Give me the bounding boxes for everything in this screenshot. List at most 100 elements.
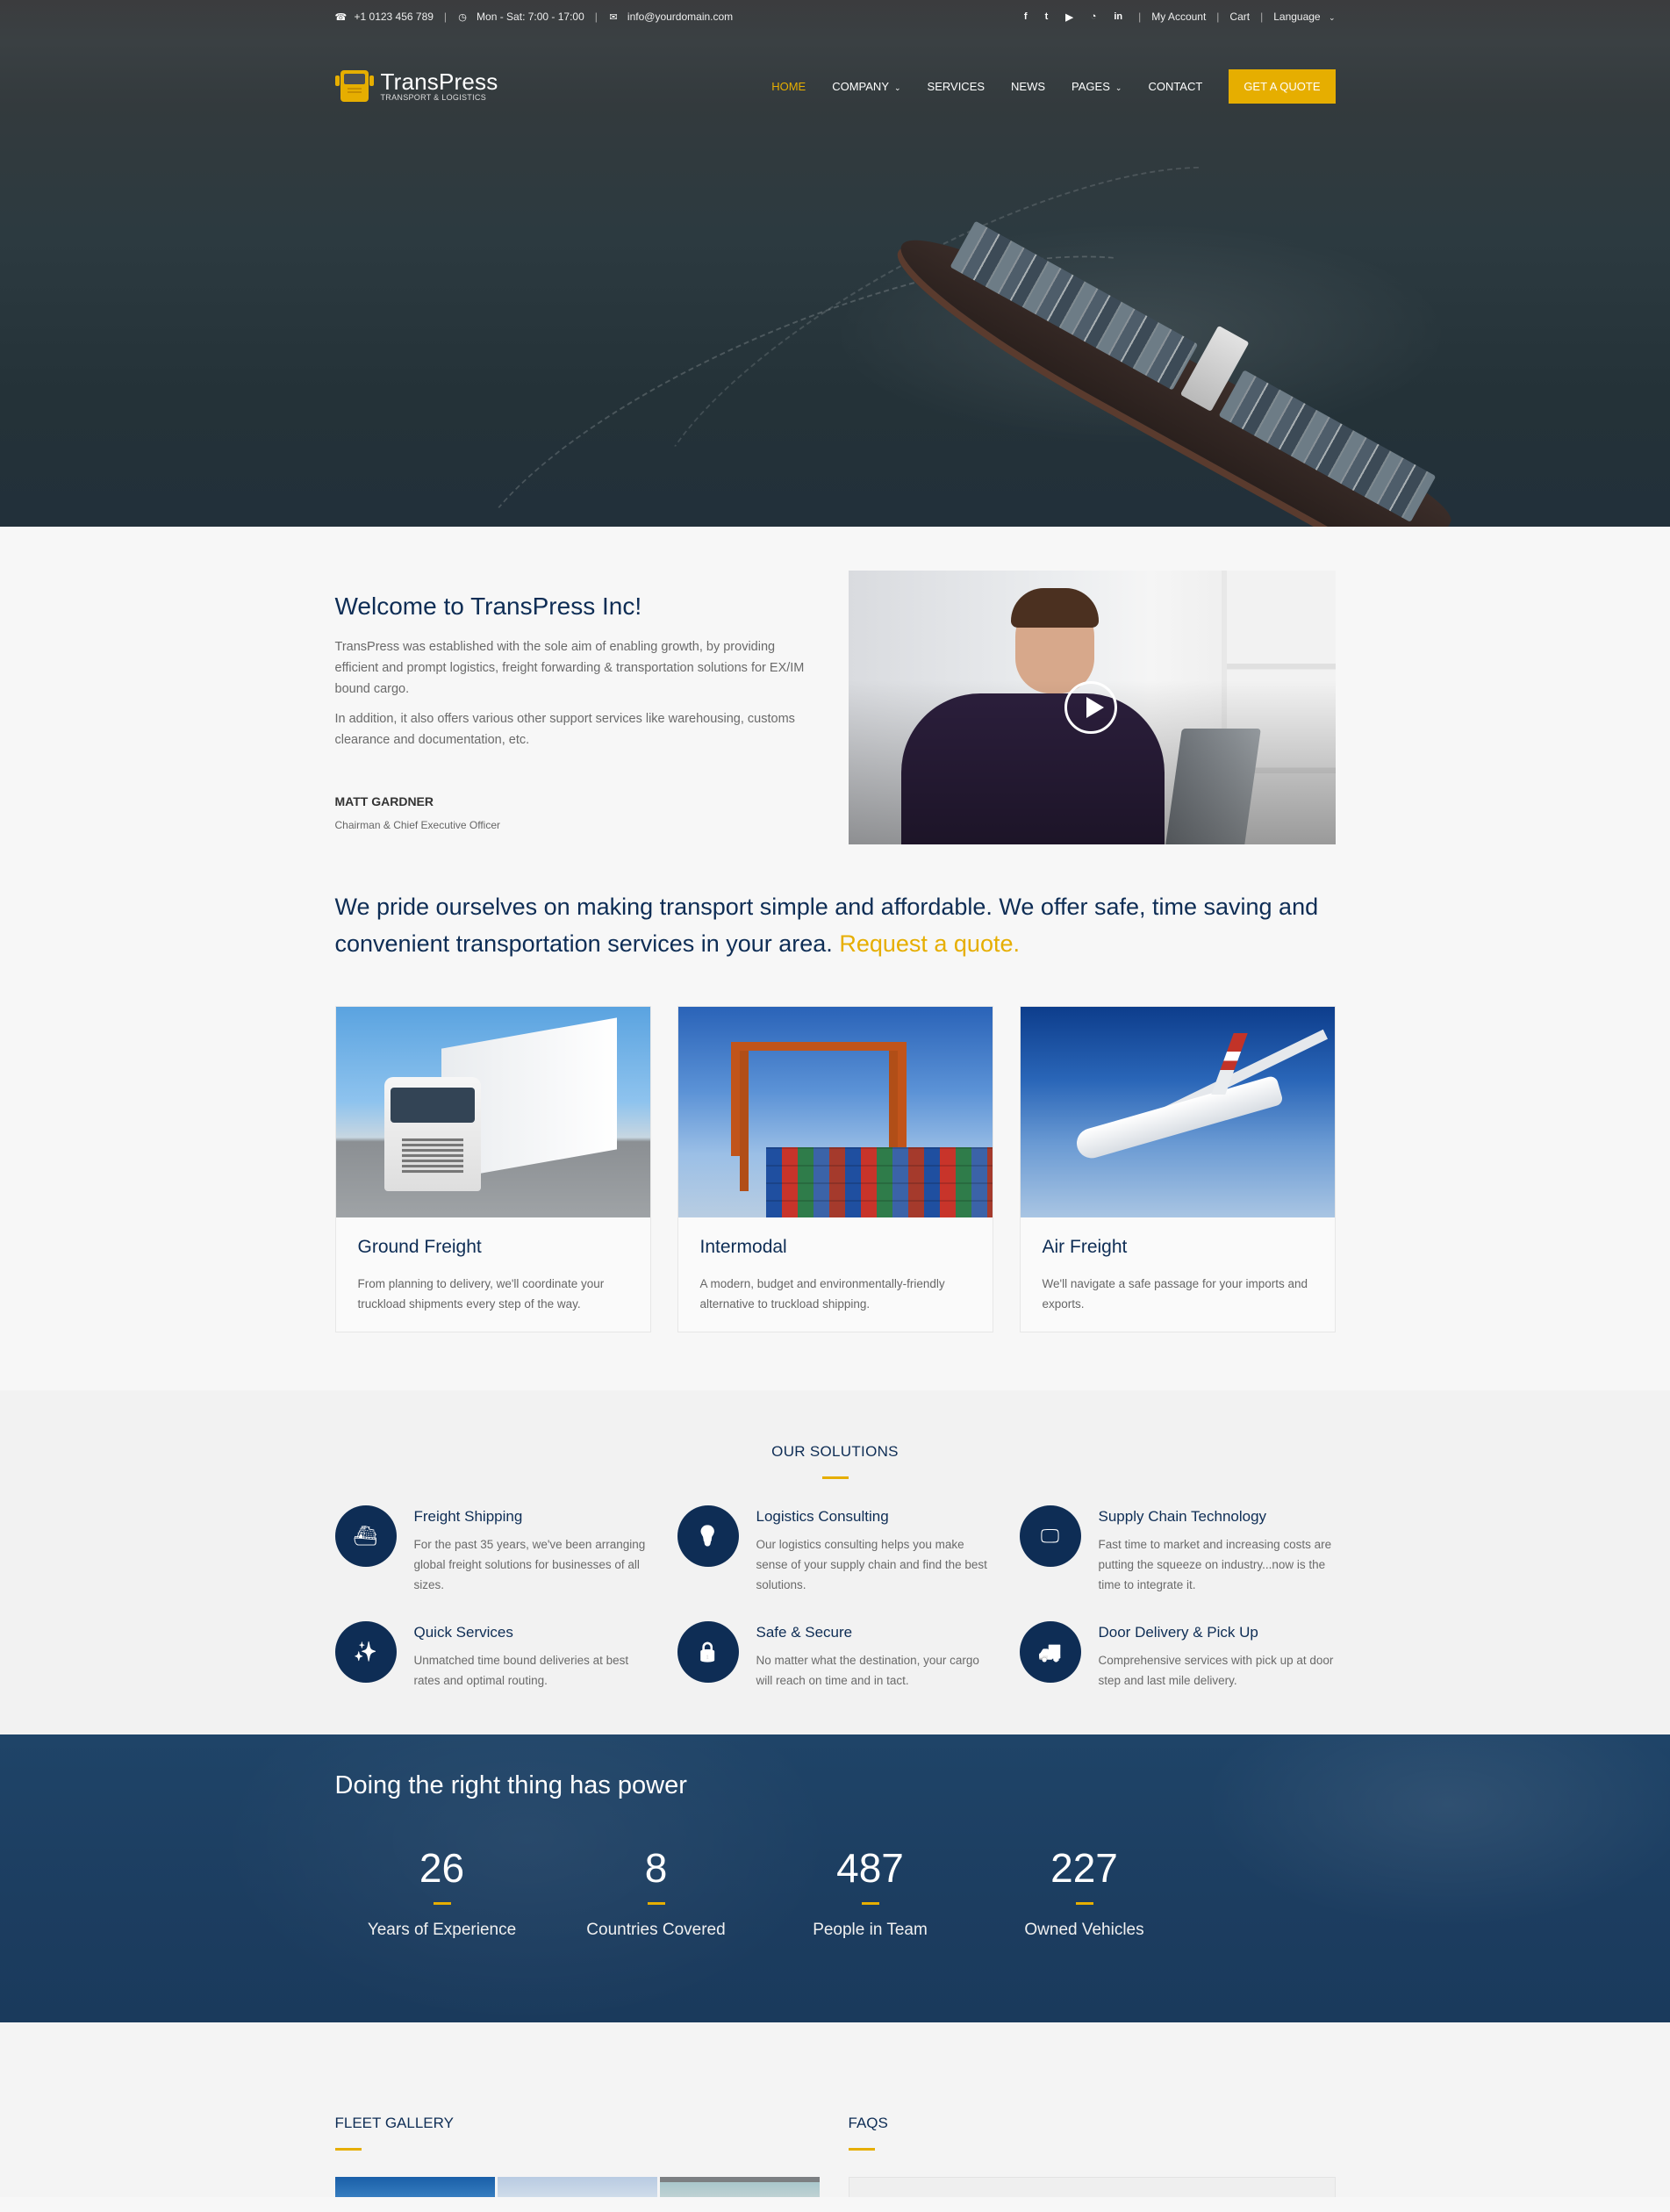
stat-underline — [1075, 1902, 1093, 1905]
nav-item-label: Pages — [1072, 79, 1110, 93]
service-card-intermodal[interactable]: Intermodal A modern, budget and environm… — [677, 1006, 993, 1332]
service-card-ground-freight[interactable]: Ground Freight From planning to delivery… — [334, 1006, 651, 1332]
solution-text: For the past 35 years, we've been arrang… — [413, 1538, 646, 1591]
solution-title[interactable]: Supply Chain Technology — [1099, 1508, 1336, 1526]
divider: | — [594, 11, 598, 23]
divider: | — [443, 11, 448, 23]
solution-title[interactable]: Freight Shipping — [414, 1508, 651, 1526]
solutions-section: Our Solutions ⛴ Freight Shipping For the p… — [0, 1390, 1670, 1734]
solution-title[interactable]: Door Delivery & Pick Up — [1099, 1624, 1336, 1641]
main-navbar: TransPress TRANSPORT & LOGISTICS Home Com… — [0, 61, 1670, 111]
magic-wand-icon: ✨ — [334, 1621, 397, 1683]
title-underline — [821, 1476, 849, 1479]
icon-glyph: 🔒 — [695, 1641, 720, 1663]
stat-value: 227 — [1050, 1845, 1118, 1891]
nav-item-pages[interactable]: Pages ⌄ — [1072, 80, 1122, 93]
service-card-text: From planning to delivery, we'll coordin… — [357, 1277, 605, 1311]
stats-row: 26 Years of Experience 8 Countries Covered 4… — [335, 1844, 1336, 1940]
nav-item-contact[interactable]: Contact — [1148, 80, 1202, 93]
welcome-paragraph: TransPress was established with the sole… — [334, 640, 805, 696]
gallery-thumbnail[interactable] — [497, 2177, 657, 2197]
solution-title[interactable]: Safe & Secure — [756, 1624, 993, 1641]
youtube-icon[interactable]: ▶ — [1065, 11, 1072, 23]
request-quote-link[interactable]: Request a quote. — [839, 930, 1020, 957]
solution-text: Unmatched time bound deliveries at best … — [413, 1654, 629, 1687]
service-card-text: A modern, budget and environmentally-fri… — [699, 1277, 945, 1311]
facebook-icon[interactable]: f — [1024, 11, 1028, 23]
solution-item: 🖵 Supply Chain Technology Fast time to mar… — [1019, 1505, 1336, 1595]
icon-glyph: ✨ — [353, 1641, 378, 1663]
service-card-title[interactable]: Intermodal — [700, 1237, 971, 1258]
nav-menu: Home Company ⌄ Services News Pages ⌄ Contact Get… — [771, 68, 1336, 104]
chevron-down-icon: ⌄ — [893, 83, 901, 92]
solution-item: 💡 Logistics Consulting Our logistics consu… — [677, 1505, 993, 1595]
site-logo[interactable]: TransPress TRANSPORT & LOGISTICS — [334, 68, 498, 104]
stat-counter: 8 Countries Covered — [549, 1844, 763, 1940]
nav-item-label: Contact — [1148, 79, 1203, 93]
solutions-grid: ⛴ Freight Shipping For the past 35 years, … — [334, 1505, 1336, 1691]
ship-icon: ⛴ — [334, 1505, 397, 1567]
play-icon[interactable] — [1064, 681, 1117, 734]
nav-item-news[interactable]: News — [1011, 80, 1045, 93]
get-a-quote-button[interactable]: Get a Quote — [1229, 68, 1336, 104]
icon-glyph: 🖵 — [1040, 1525, 1060, 1547]
stat-underline — [433, 1902, 451, 1905]
stat-value: 26 — [419, 1845, 465, 1891]
stat-counter: 227 Owned Vehicles — [978, 1844, 1192, 1940]
icon-glyph: 🚚 — [1037, 1641, 1063, 1663]
rss-icon[interactable]: ◔ — [1091, 11, 1097, 23]
nav-item-company[interactable]: Company ⌄ — [832, 80, 900, 93]
stat-label: Owned Vehicles — [1024, 1921, 1144, 1939]
stat-counter: 487 People in Team — [763, 1844, 978, 1940]
my-account-link[interactable]: My Account — [1151, 11, 1206, 23]
solution-item: ⛴ Freight Shipping For the past 35 years, … — [334, 1505, 651, 1595]
divider: | — [1138, 11, 1142, 23]
stat-value: 487 — [836, 1845, 904, 1891]
lock-icon: 🔒 — [677, 1621, 739, 1683]
solution-title[interactable]: Logistics Consulting — [756, 1508, 993, 1526]
stat-label: Years of Experience — [367, 1921, 517, 1939]
service-card-title[interactable]: Air Freight — [1043, 1237, 1313, 1258]
title-underline — [334, 2148, 362, 2151]
stat-counter: 26 Years of Experience — [335, 1844, 549, 1940]
solution-item: 🚚 Door Delivery & Pick Up Comprehensive se… — [1019, 1621, 1336, 1691]
mission-text: We pride ourselves on making transport s… — [334, 894, 1319, 957]
linkedin-icon[interactable]: in — [1114, 11, 1122, 23]
stat-underline — [861, 1902, 879, 1905]
twitter-icon[interactable]: t — [1045, 11, 1049, 23]
service-card-air-freight[interactable]: Air Freight We'll navigate a safe passag… — [1019, 1006, 1336, 1332]
chevron-down-icon: ⌄ — [1328, 13, 1336, 22]
faq-accordion[interactable] — [848, 2177, 1336, 2197]
divider: | — [1216, 11, 1220, 23]
brand-tagline: TRANSPORT & LOGISTICS — [380, 93, 486, 102]
nav-item-home[interactable]: Home — [771, 80, 806, 93]
port-crane-image — [677, 1007, 993, 1217]
service-card-title[interactable]: Ground Freight — [358, 1237, 628, 1258]
signer-name: MATT GARDNER — [334, 794, 434, 808]
fleet-gallery-title: Fleet Gallery — [334, 2115, 454, 2131]
cart-link[interactable]: Cart — [1229, 11, 1250, 23]
stat-label: People in Team — [813, 1921, 928, 1939]
email-link[interactable]: info@yourdomain.com — [627, 11, 733, 23]
gallery-thumbnail[interactable] — [659, 2177, 820, 2197]
welcome-title: Welcome to TransPress Inc! — [334, 592, 642, 620]
services-cards: Ground Freight From planning to delivery… — [0, 962, 1670, 1390]
mission-statement: We pride ourselves on making transport s… — [0, 844, 1670, 962]
phone-number[interactable]: +1 0123 456 789 — [355, 11, 434, 23]
nav-item-services[interactable]: Services — [928, 80, 986, 93]
language-label: Language — [1273, 11, 1321, 23]
business-hours: Mon - Sat: 7:00 - 17:00 — [477, 11, 584, 23]
stat-value: 8 — [644, 1845, 668, 1891]
solution-title[interactable]: Quick Services — [414, 1624, 651, 1641]
welcome-section: Welcome to TransPress Inc! TransPress wa… — [0, 527, 1670, 844]
section-title: Our Solutions — [771, 1443, 899, 1460]
gallery-thumbnail[interactable] — [334, 2177, 495, 2197]
monitor-icon: 🖵 — [1019, 1505, 1081, 1567]
airplane-image — [1020, 1007, 1335, 1217]
language-dropdown[interactable]: Language ⌄ — [1273, 11, 1335, 23]
stats-section: Doing the right thing has power 26 Years … — [0, 1734, 1670, 2022]
icon-glyph: 💡 — [695, 1525, 720, 1547]
intro-video[interactable] — [848, 571, 1336, 844]
stat-underline — [647, 1902, 665, 1905]
signer-role: Chairman & Chief Executive Officer — [334, 819, 501, 831]
